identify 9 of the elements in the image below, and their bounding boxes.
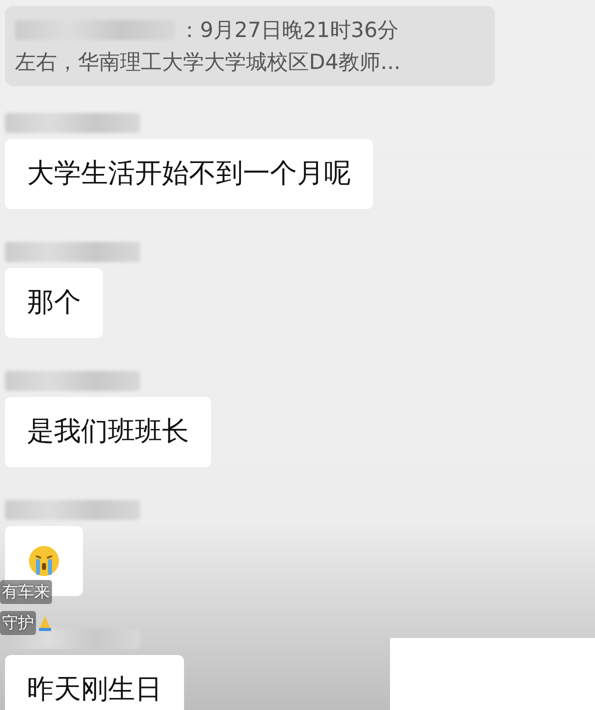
quote-text: ：9月27日晚21时36分 <box>179 17 399 44</box>
overlay-caption: 守护 <box>0 611 36 635</box>
message-bubble: 大学生活开始不到一个月呢 <box>5 139 373 209</box>
crying-face-icon <box>27 544 61 578</box>
message-bubble: 那个 <box>5 268 103 338</box>
message-bubble: 昨天刚生日 <box>5 655 184 710</box>
message-bubble: 是我们班班长 <box>5 397 211 467</box>
quote-text: 左右，华南理工大学大学城校区D4教师... <box>15 49 401 76</box>
overlay-caption: 有车来 <box>0 580 52 604</box>
